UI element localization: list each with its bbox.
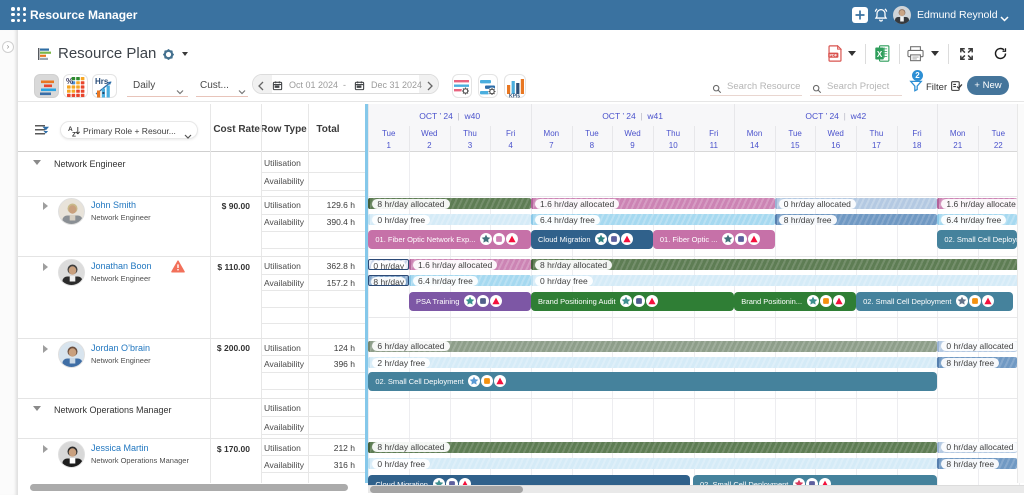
svg-text:%: % <box>66 77 73 86</box>
svg-text:X: X <box>877 50 883 59</box>
svg-text:Z: Z <box>72 132 76 138</box>
svg-text:KPIs: KPIs <box>509 94 520 100</box>
svg-text:PDF: PDF <box>829 54 837 58</box>
